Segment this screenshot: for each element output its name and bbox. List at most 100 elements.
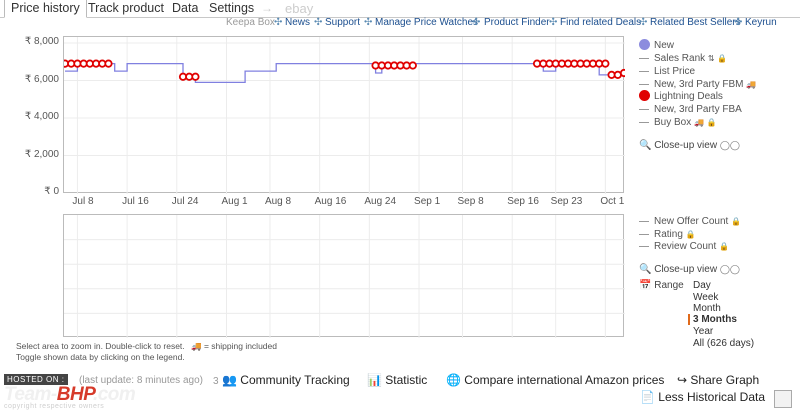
legend-offer-count-label: New Offer Count	[654, 216, 729, 227]
x-tick-label: Oct 1	[600, 196, 625, 207]
sort-icon: ⇅	[707, 54, 715, 63]
lightning-deal-point	[191, 72, 200, 81]
legend-buy-box-label: Buy Box	[654, 117, 692, 128]
rating-swatch	[639, 234, 649, 235]
community-tracking-label: Community Tracking	[240, 373, 350, 387]
legend-new-3p-fba[interactable]: New, 3rd Party FBA	[654, 104, 742, 115]
offer-count-swatch	[639, 221, 649, 222]
legend-sales-rank[interactable]: Sales Rank ⇅ 🔒	[654, 53, 727, 64]
x-tick-label: Jul 8	[72, 196, 94, 207]
range-3-months[interactable]: 3 Months	[688, 314, 737, 325]
range-all[interactable]: All (626 days)	[693, 338, 754, 349]
x-tick-label: Sep 8	[457, 196, 484, 207]
separator-icon: ✣	[639, 17, 648, 28]
range-week[interactable]: Week	[693, 292, 718, 303]
legend-lightning-deals[interactable]: Lightning Deals	[654, 91, 723, 102]
statistic-button[interactable]: 📊 Statistic	[367, 373, 427, 387]
link-related-best-sellers[interactable]: Related Best Sellers	[650, 17, 741, 28]
x-tick-label: Sep 23	[550, 196, 583, 207]
separator-icon: ✣	[314, 17, 323, 28]
less-historical-label: Less Historical Data	[658, 390, 766, 404]
share-graph-button[interactable]: ↪ Share Graph	[677, 373, 759, 387]
lock-icon: 🔒	[685, 230, 696, 239]
link-keepa-box[interactable]: Keepa Box	[226, 17, 275, 28]
link-find-related-deals[interactable]: Find related Deals	[560, 17, 641, 28]
tab-track-product[interactable]: Track product	[88, 1, 164, 15]
legend-sales-rank-label: Sales Rank	[654, 53, 706, 64]
fbm-swatch	[639, 84, 649, 85]
range-label-text: Range	[654, 280, 684, 291]
closeup-view-toggle-2[interactable]: 🔍 Close-up view ◯◯	[639, 264, 740, 275]
legend-rating[interactable]: Rating 🔒	[654, 229, 696, 240]
statistic-label: Statistic	[385, 373, 428, 387]
y-tick-label: ₹ 6,000	[24, 73, 59, 85]
closeup-view-label: Close-up view	[654, 140, 718, 151]
bar-chart-icon: 📊	[367, 373, 382, 387]
users-icon: 👥	[222, 373, 237, 387]
legend-review-count[interactable]: Review Count 🔒	[654, 241, 729, 252]
tab-bar: Price history Track product Data Setting…	[0, 0, 800, 18]
copyright-text: copyright respective owners	[4, 403, 105, 410]
legend-list-price[interactable]: List Price	[654, 66, 695, 77]
share-icon: ↪	[677, 373, 688, 387]
link-support[interactable]: Support	[325, 17, 360, 28]
tracking-count: 3	[213, 376, 219, 387]
zoom-icon[interactable]	[774, 390, 792, 408]
separator-icon: ✣	[549, 17, 558, 28]
tab-settings[interactable]: Settings	[209, 1, 254, 15]
link-manage-price-watches[interactable]: Manage Price Watches	[375, 17, 478, 28]
link-keyrun[interactable]: Keyrun	[745, 17, 777, 28]
legend-buy-box[interactable]: Buy Box 🚚 🔒	[654, 117, 717, 128]
tab-price-history[interactable]: Price history	[4, 0, 87, 18]
x-tick-label: Aug 8	[264, 196, 292, 207]
price-chart-plot[interactable]	[64, 37, 625, 194]
legend-new[interactable]: New	[654, 40, 674, 51]
legend-new-3p-fbm[interactable]: New, 3rd Party FBM 🚚	[654, 79, 756, 90]
range-year[interactable]: Year	[693, 326, 713, 337]
community-tracking-button[interactable]: 👥 Community Tracking	[222, 373, 350, 387]
lock-icon: 🔒	[706, 118, 717, 127]
x-tick-label: Aug 16	[314, 196, 347, 207]
lightning-deal-point	[601, 59, 610, 68]
compare-prices-button[interactable]: 🌐 Compare international Amazon prices	[446, 373, 664, 387]
toggle-icon: ◯◯	[719, 264, 740, 274]
globe-icon: 🌐	[446, 373, 461, 387]
tab-data[interactable]: Data	[172, 1, 198, 15]
secondary-chart[interactable]	[63, 214, 625, 338]
link-product-finder[interactable]: Product Finder	[484, 17, 550, 28]
calendar-icon: 📅	[639, 280, 652, 291]
lightning-legend-dot	[639, 90, 650, 101]
lightning-deal-point	[408, 61, 417, 70]
link-news[interactable]: News	[285, 17, 310, 28]
y-tick-label: ₹ 4,000	[24, 111, 59, 122]
links-bar: Keepa Box ✣ News ✣ Support ✣ Manage Pric…	[0, 17, 800, 31]
truck-icon: 🚚	[746, 80, 757, 89]
last-update: (last update: 8 minutes ago)	[79, 375, 203, 386]
less-historical-data-button[interactable]: 📄 Less Historical Data	[640, 390, 765, 404]
search-icon: 🔍	[639, 140, 652, 151]
document-icon: 📄	[640, 390, 655, 404]
legend-new-offer-count[interactable]: New Offer Count 🔒	[654, 216, 741, 227]
secondary-chart-plot[interactable]	[64, 215, 625, 338]
separator-icon: ✣	[364, 17, 373, 28]
x-tick-label: Sep 1	[414, 196, 441, 207]
legend-rating-label: Rating	[654, 229, 683, 240]
truck-icon: 🚚	[191, 341, 202, 351]
y-tick-label: ₹ 8,000	[24, 36, 59, 47]
zoom-hint: Select area to zoom in. Double-click to …	[16, 341, 185, 351]
shipping-hint: 🚚 = shipping included	[191, 341, 277, 352]
list-price-swatch	[639, 71, 649, 72]
range-day[interactable]: Day	[693, 280, 711, 291]
range-month[interactable]: Month	[693, 303, 721, 314]
lightning-deal-point	[104, 59, 113, 68]
x-tick-label: Sep 16	[507, 196, 539, 207]
price-chart[interactable]	[63, 36, 625, 194]
compare-label: Compare international Amazon prices	[464, 373, 665, 387]
tab-ebay[interactable]: ebay	[285, 1, 313, 16]
arrow-right-icon: →	[261, 1, 273, 15]
closeup-view-toggle[interactable]: 🔍 Close-up view ◯◯	[639, 140, 740, 151]
x-tick-label: Aug 24	[364, 196, 397, 207]
new-legend-dot	[639, 39, 650, 50]
range-label: 📅 Range	[639, 280, 684, 291]
truck-icon: 🚚	[694, 118, 704, 127]
